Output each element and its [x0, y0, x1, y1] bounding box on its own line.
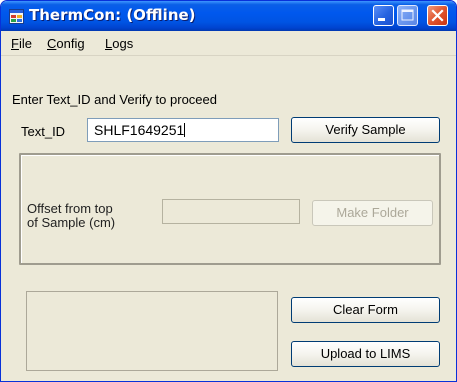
menu-file[interactable]: File: [11, 36, 32, 51]
menu-logs[interactable]: Logs: [105, 36, 133, 51]
text-id-value: SHLF1649251: [94, 122, 185, 138]
offset-label-line1: Offset from top: [27, 201, 113, 216]
window-title: ThermCon: (Offline): [29, 6, 196, 24]
maximize-icon: [401, 9, 414, 21]
app-window: ThermCon: (Offline) File Config Logs Ent…: [0, 0, 457, 382]
instruction-text: Enter Text_ID and Verify to proceed: [12, 92, 217, 107]
minimize-icon: [378, 18, 385, 21]
status-panel: [26, 291, 278, 371]
offset-label: Offset from top of Sample (cm): [27, 202, 115, 230]
app-window-icon: [9, 9, 24, 24]
maximize-button[interactable]: [397, 5, 418, 26]
menu-bar: File Config Logs: [1, 31, 456, 56]
menu-config[interactable]: Config: [47, 36, 85, 51]
text-id-label: Text_ID: [21, 124, 66, 139]
text-id-input[interactable]: SHLF1649251: [87, 118, 279, 142]
title-bar[interactable]: ThermCon: (Offline): [1, 1, 456, 31]
upload-to-lims-button[interactable]: Upload to LIMS: [291, 341, 440, 367]
close-button[interactable]: [427, 5, 448, 26]
minimize-button[interactable]: [373, 5, 394, 26]
offset-label-line2: of Sample (cm): [27, 215, 116, 230]
make-folder-button[interactable]: Make Folder: [312, 200, 433, 226]
verify-sample-button[interactable]: Verify Sample: [291, 117, 440, 143]
text-cursor: [184, 123, 186, 137]
clear-form-button[interactable]: Clear Form: [291, 297, 440, 323]
offset-input[interactable]: [162, 199, 300, 224]
close-icon: [431, 9, 444, 22]
